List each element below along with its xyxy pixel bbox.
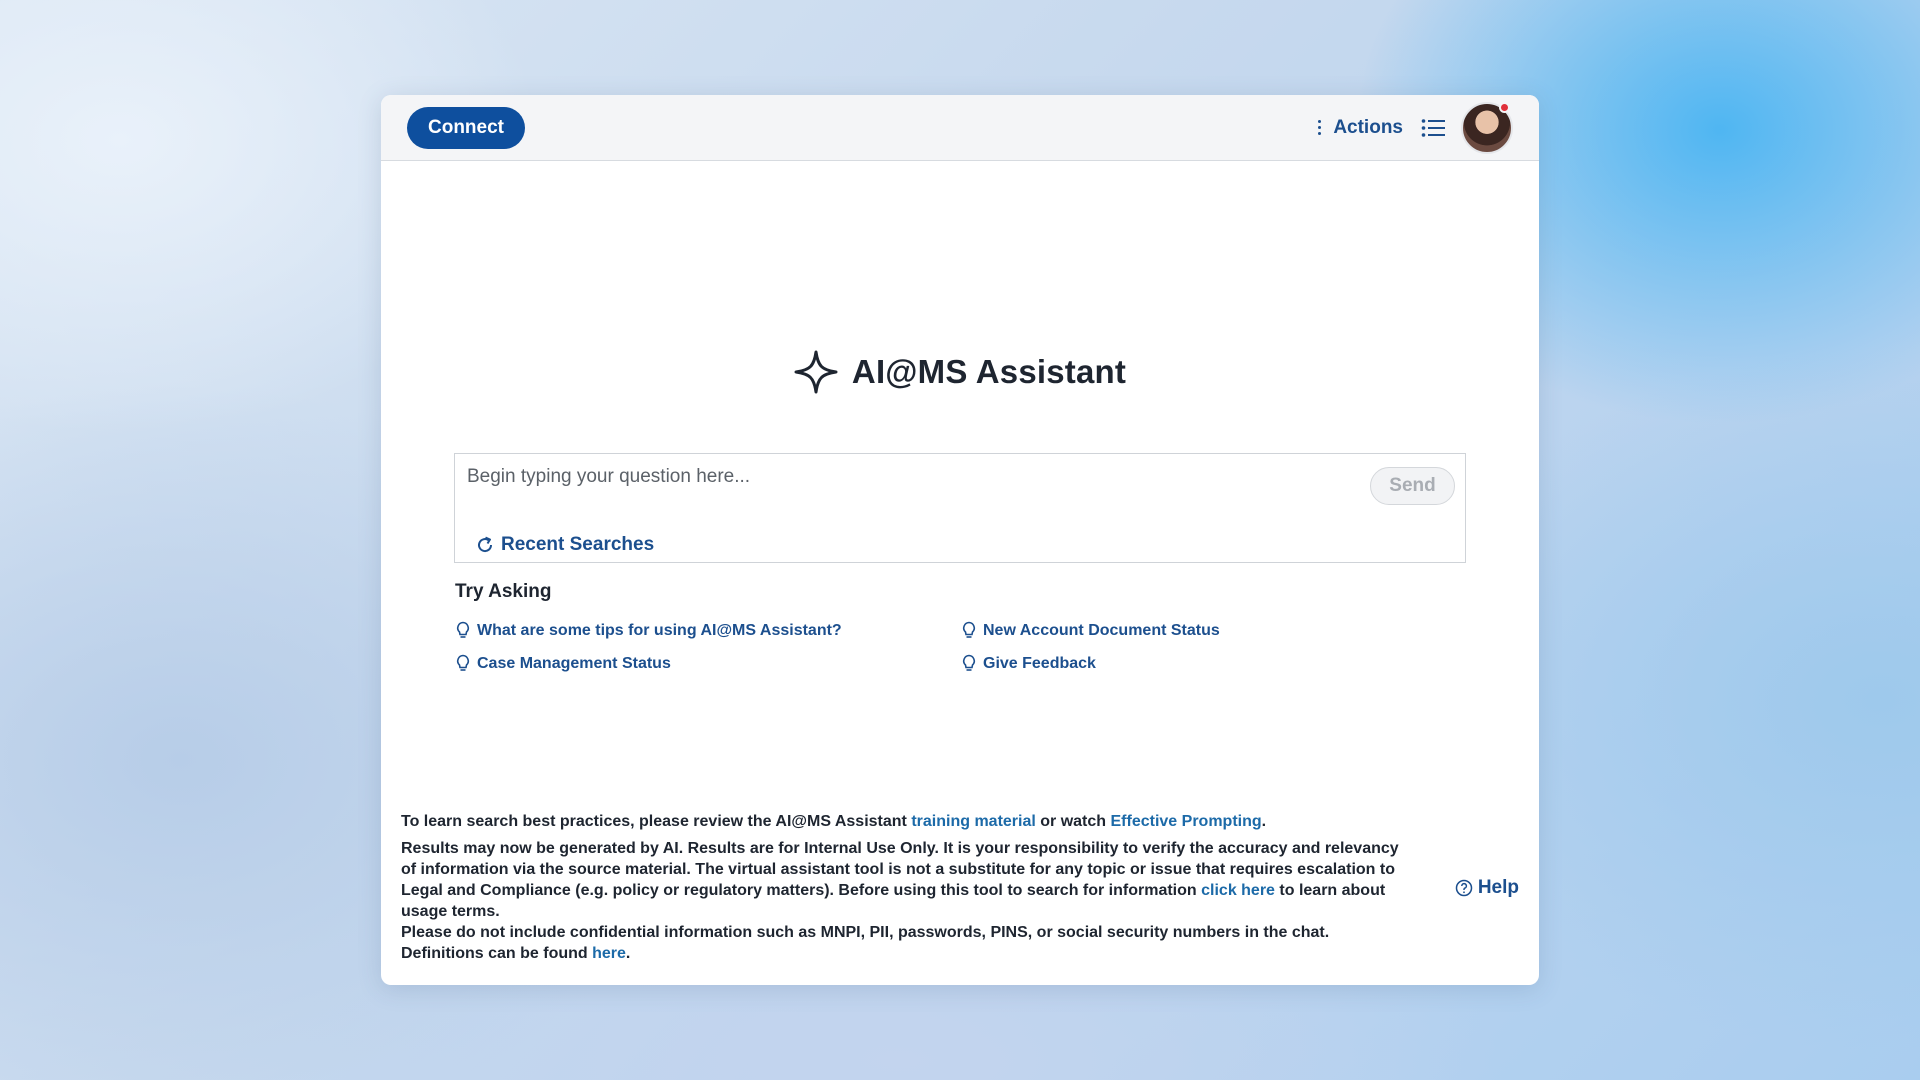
- help-icon: [1455, 879, 1473, 897]
- actions-menu-button[interactable]: Actions: [1318, 117, 1403, 139]
- lightbulb-icon: [963, 621, 975, 638]
- help-button[interactable]: Help: [1455, 877, 1519, 899]
- send-button[interactable]: Send: [1370, 467, 1455, 505]
- notification-dot: [1499, 101, 1510, 113]
- top-bar-actions: Actions: [1318, 101, 1513, 154]
- help-label: Help: [1477, 877, 1519, 898]
- suggestion-label: Case Management Status: [477, 654, 671, 672]
- lightbulb-icon: [457, 621, 469, 638]
- hero-heading: AI@MS Assistant: [381, 350, 1539, 394]
- ai-disclaimer-text: Results may now be generated by AI. Resu…: [401, 840, 1399, 920]
- definitions-link[interactable]: here: [592, 945, 626, 962]
- actions-label: Actions: [1333, 116, 1403, 138]
- disclaimer-footer: To learn search best practices, please r…: [401, 811, 1401, 964]
- suggestion-label: New Account Document Status: [983, 621, 1220, 639]
- lightbulb-icon: [457, 654, 469, 671]
- suggestion-label: Give Feedback: [983, 654, 1096, 672]
- question-input[interactable]: [467, 460, 1347, 494]
- suggestion-case-management[interactable]: Case Management Status: [455, 654, 671, 673]
- kebab-icon: [1318, 120, 1322, 135]
- suggestion-tips[interactable]: What are some tips for using AI@MS Assis…: [455, 621, 842, 640]
- recent-searches-label: Recent Searches: [501, 534, 655, 555]
- page-title: AI@MS Assistant: [851, 353, 1127, 390]
- sparkle-icon: [794, 350, 838, 394]
- usage-terms-link[interactable]: click here: [1201, 882, 1275, 899]
- definitions-text: Definitions can be found here.: [401, 945, 631, 962]
- effective-prompting-link[interactable]: Effective Prompting: [1111, 813, 1262, 830]
- refresh-icon: [478, 536, 493, 553]
- suggestion-label: What are some tips for using AI@MS Assis…: [477, 621, 842, 639]
- training-material-link[interactable]: training material: [911, 813, 1035, 830]
- best-practices-text: To learn search best practices, please r…: [401, 813, 1267, 830]
- confidential-notice: Please do not include confidential infor…: [401, 924, 1330, 941]
- suggestion-new-account[interactable]: New Account Document Status: [961, 621, 1220, 640]
- list-icon[interactable]: [1421, 118, 1445, 138]
- user-avatar[interactable]: [1461, 101, 1513, 154]
- lightbulb-icon: [963, 654, 975, 671]
- try-asking-heading: Try Asking: [455, 581, 552, 602]
- recent-searches-button[interactable]: Recent Searches: [475, 534, 654, 556]
- connect-button[interactable]: Connect: [407, 106, 525, 149]
- suggestion-feedback[interactable]: Give Feedback: [961, 654, 1096, 673]
- assistant-window: Connect Actions AI@MS Assistant Begin ty…: [381, 95, 1539, 985]
- query-box: Send Recent Searches: [454, 453, 1466, 563]
- top-bar: Connect Actions: [381, 95, 1539, 161]
